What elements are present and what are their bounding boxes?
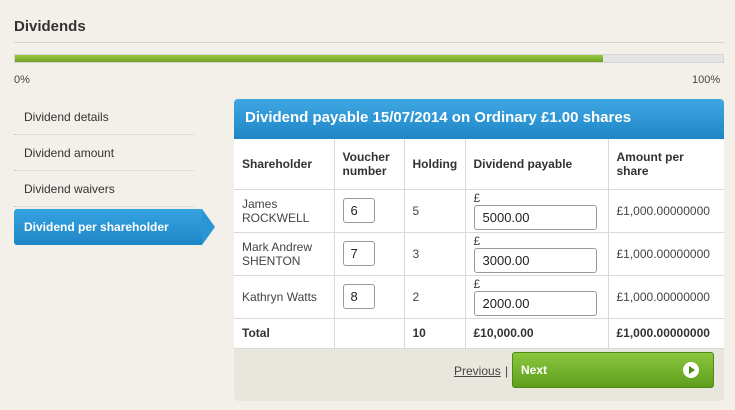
progress-bar <box>14 54 724 63</box>
column-header-per-share: Amount per share <box>607 139 724 190</box>
currency-symbol: £ <box>473 191 481 205</box>
step-dividend-amount[interactable]: Dividend amount <box>14 135 194 171</box>
shareholder-name: Mark Andrew SHENTON <box>234 231 335 276</box>
amount-per-share: £1,000.00000000 <box>607 231 724 276</box>
column-header-shareholder: Shareholder <box>234 139 335 190</box>
currency-symbol: £ <box>473 277 481 291</box>
column-header-voucher: Voucher number <box>333 139 405 190</box>
voucher-number-input[interactable] <box>342 241 375 266</box>
step-navigation: Dividend details Dividend amount Dividen… <box>14 99 215 245</box>
dividend-payable-input[interactable] <box>473 205 597 230</box>
next-button-label: Next <box>521 363 548 377</box>
shareholder-name: Kathryn Watts <box>234 274 335 319</box>
page-title: Dividends <box>14 18 86 35</box>
column-header-holding: Holding <box>403 139 466 190</box>
table-row: Kathryn Watts 2 £ £1,000.00000000 <box>234 274 724 319</box>
table-header-row: Shareholder Voucher number Holding Divid… <box>234 139 724 190</box>
next-button[interactable]: Next <box>512 352 714 388</box>
voucher-number-input[interactable] <box>342 284 375 309</box>
nav-separator: | <box>505 364 509 378</box>
panel-title: Dividend payable 15/07/2014 on Ordinary … <box>234 99 724 139</box>
holding-value: 2 <box>403 274 466 319</box>
currency-symbol: £ <box>473 234 481 248</box>
progress-fill <box>15 55 603 62</box>
table-row: Mark Andrew SHENTON 3 £ £1,000.00000000 <box>234 231 724 276</box>
holding-value: 5 <box>403 188 466 233</box>
progress-min-label: 0% <box>14 74 30 86</box>
progress-max-label: 100% <box>692 74 721 86</box>
panel-footer: Previous | Next <box>234 342 724 401</box>
shareholder-table: Shareholder Voucher number Holding Divid… <box>234 139 724 349</box>
dividend-payable-input[interactable] <box>473 291 597 316</box>
column-header-dividend: Dividend payable <box>464 139 609 190</box>
voucher-number-input[interactable] <box>342 198 375 223</box>
shareholder-name: James ROCKWELL <box>234 188 335 233</box>
dividend-panel: Dividend payable 15/07/2014 on Ordinary … <box>234 99 724 401</box>
holding-value: 3 <box>403 231 466 276</box>
previous-link[interactable]: Previous <box>454 364 501 378</box>
step-dividend-details[interactable]: Dividend details <box>14 99 194 135</box>
amount-per-share: £1,000.00000000 <box>607 274 724 319</box>
step-dividend-waivers[interactable]: Dividend waivers <box>14 171 194 207</box>
step-dividend-per-shareholder[interactable]: Dividend per shareholder <box>14 209 215 245</box>
dividend-payable-input[interactable] <box>473 248 597 273</box>
amount-per-share: £1,000.00000000 <box>607 188 724 233</box>
title-divider <box>14 42 724 43</box>
arrow-right-icon <box>683 362 699 378</box>
table-row: James ROCKWELL 5 £ £1,000.00000000 <box>234 188 724 233</box>
